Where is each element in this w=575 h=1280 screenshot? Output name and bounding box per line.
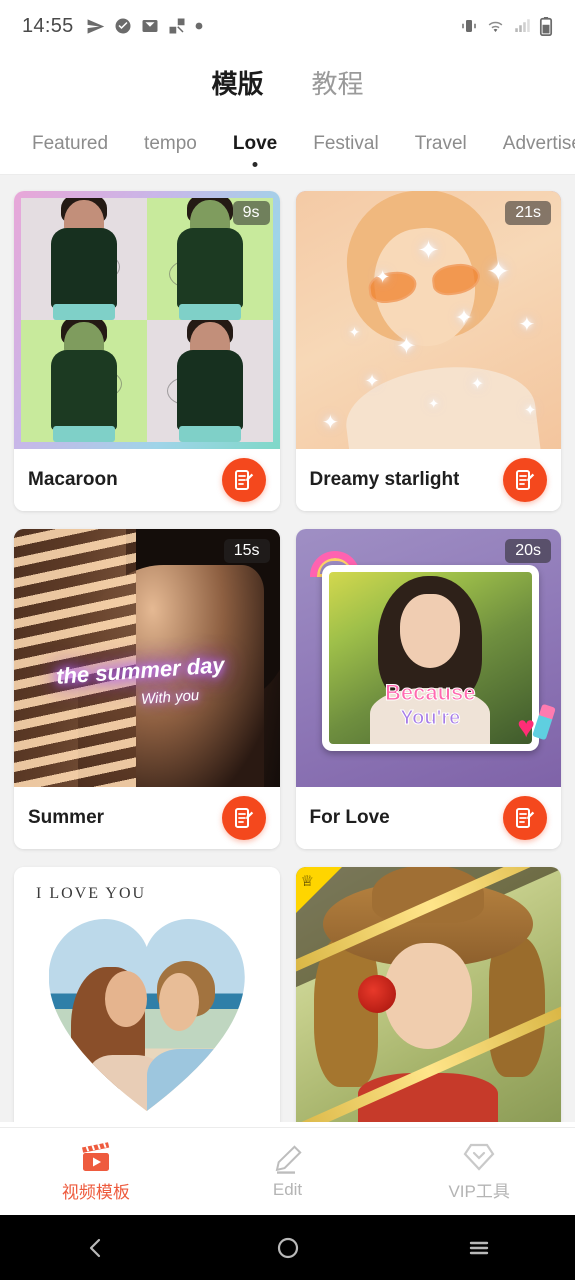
home-icon — [277, 1237, 298, 1258]
template-card-footer: For Love — [295, 787, 561, 849]
category-tab-featured[interactable]: Featured — [14, 132, 126, 156]
dot-icon — [195, 22, 202, 30]
edit-document-icon — [234, 808, 253, 828]
android-recents-button[interactable] — [383, 1236, 575, 1260]
template-thumbnail[interactable]: I LOVE YOU — [14, 867, 280, 1122]
template-card[interactable]: Because You're ♥ 20s For Love — [295, 529, 561, 849]
nav-label-vip-tools: VIP工具 — [448, 1181, 510, 1201]
app-header: 模版 教程 Featured tempo Love Festival Trave… — [0, 52, 575, 175]
edit-document-icon — [516, 470, 535, 490]
status-bar-clock: 14:55 — [22, 14, 74, 37]
template-thumbnail[interactable]: Because You're ♥ 20s — [295, 529, 561, 787]
share-nodes-icon — [169, 18, 185, 34]
template-title: Summer — [28, 807, 105, 828]
use-template-button[interactable] — [221, 458, 266, 502]
send-icon — [87, 18, 104, 34]
duration-badge: 20s — [505, 539, 551, 563]
wifi-icon — [488, 21, 503, 32]
template-card-footer: Dreamy starlight — [295, 449, 561, 511]
vibrate-icon — [462, 20, 476, 32]
use-template-button[interactable] — [221, 796, 266, 840]
duration-badge: 9s — [232, 201, 270, 225]
category-tab-festival[interactable]: Festival — [295, 132, 396, 156]
android-back-button[interactable] — [0, 1236, 192, 1260]
category-tab-advertisement[interactable]: Advertisem — [485, 132, 575, 156]
signal-icon — [515, 19, 530, 32]
thumbnail-overlay-subtext: You're — [400, 707, 461, 730]
template-title: Dreamy starlight — [309, 469, 460, 490]
nav-item-edit[interactable]: Edit — [192, 1143, 384, 1200]
back-icon — [89, 1238, 100, 1257]
template-thumbnail[interactable]: the summer day With you 15s — [14, 529, 280, 787]
recents-icon — [469, 1241, 489, 1254]
battery-icon — [539, 16, 553, 36]
category-tab-tempo[interactable]: tempo — [126, 132, 215, 156]
thumbnail-overlay-text: Because — [384, 680, 476, 706]
edit-document-icon — [516, 808, 535, 828]
category-tab-love[interactable]: Love — [215, 132, 295, 167]
template-card[interactable]: I LOVE YOU — [14, 867, 280, 1122]
use-template-button[interactable] — [503, 796, 547, 840]
duration-badge: 21s — [505, 201, 551, 225]
thumbnail-overlay-text: I LOVE YOU — [36, 885, 147, 902]
android-navigation-bar — [0, 1215, 575, 1280]
category-tab-love-label: Love — [232, 133, 278, 154]
template-card[interactable]: the summer day With you 15s Summer — [14, 529, 280, 849]
template-thumbnail[interactable]: ♕ — [295, 867, 561, 1122]
template-card[interactable]: 9s Macaroon — [14, 191, 280, 511]
template-title: For Love — [309, 807, 390, 828]
template-thumbnail[interactable]: 9s — [14, 191, 280, 449]
status-bar-notification-icons — [86, 17, 203, 36]
heart-sticker-icon: ♥ — [517, 711, 535, 744]
template-card[interactable]: ✦ ✦ ✦ ✦ ✦ ✦ ✦ ✦ ✦ ✦ ✦ ✦ 21s Dreamy starl… — [295, 191, 561, 511]
category-tab-travel[interactable]: Travel — [397, 132, 485, 156]
nav-label-video-templates: 视频模板 — [61, 1182, 130, 1202]
category-tab-bar[interactable]: Featured tempo Love Festival Travel Adve… — [0, 116, 575, 174]
status-bar-system-icons — [460, 16, 553, 36]
clapperboard-icon — [81, 1141, 110, 1171]
bottom-navigation-bar: 视频模板 Edit VIP工具 — [0, 1127, 575, 1215]
pencil-icon — [275, 1145, 302, 1174]
crown-icon: ♕ — [300, 873, 314, 890]
template-title: Macaroon — [28, 469, 118, 490]
nav-item-vip-tools[interactable]: VIP工具 — [383, 1142, 575, 1202]
thumbnail-artwork-i-love-you: I LOVE YOU — [14, 867, 280, 1122]
check-circle-icon — [115, 18, 131, 34]
thumbnail-artwork-dreamy-starlight: ✦ ✦ ✦ ✦ ✦ ✦ ✦ ✦ ✦ ✦ ✦ ✦ — [295, 191, 561, 449]
top-tab-bar: 模版 教程 — [0, 60, 575, 116]
nav-item-video-templates[interactable]: 视频模板 — [0, 1141, 192, 1203]
tab-tutorials[interactable]: 教程 — [306, 60, 370, 105]
edit-document-icon — [234, 470, 253, 490]
active-tab-indicator-dot — [252, 162, 258, 167]
template-thumbnail[interactable]: ✦ ✦ ✦ ✦ ✦ ✦ ✦ ✦ ✦ ✦ ✦ ✦ 21s — [295, 191, 561, 449]
thumbnail-artwork-summer: the summer day With you — [14, 529, 280, 787]
template-grid-scroll-area[interactable]: 9s Macaroon ✦ ✦ ✦ ✦ ✦ ✦ ✦ ✦ ✦ ✦ ✦ ✦ 21s … — [0, 175, 575, 1122]
nav-label-edit: Edit — [272, 1180, 303, 1199]
mail-icon — [142, 20, 158, 32]
template-card-footer: Macaroon — [14, 449, 280, 511]
tab-templates[interactable]: 模版 — [205, 60, 269, 105]
status-bar: 14:55 — [0, 0, 575, 52]
android-home-button[interactable] — [192, 1236, 384, 1260]
vip-diamond-icon — [463, 1143, 495, 1171]
duration-badge: 15s — [223, 539, 270, 563]
use-template-button[interactable] — [503, 458, 547, 502]
template-grid: 9s Macaroon ✦ ✦ ✦ ✦ ✦ ✦ ✦ ✦ ✦ ✦ ✦ ✦ 21s … — [14, 191, 561, 1122]
thumbnail-artwork-for-love: Because You're ♥ — [295, 529, 561, 787]
thumbnail-artwork-macaroon — [14, 191, 280, 449]
template-card[interactable]: ♕ — [295, 867, 561, 1122]
template-card-footer: Summer — [14, 787, 280, 849]
